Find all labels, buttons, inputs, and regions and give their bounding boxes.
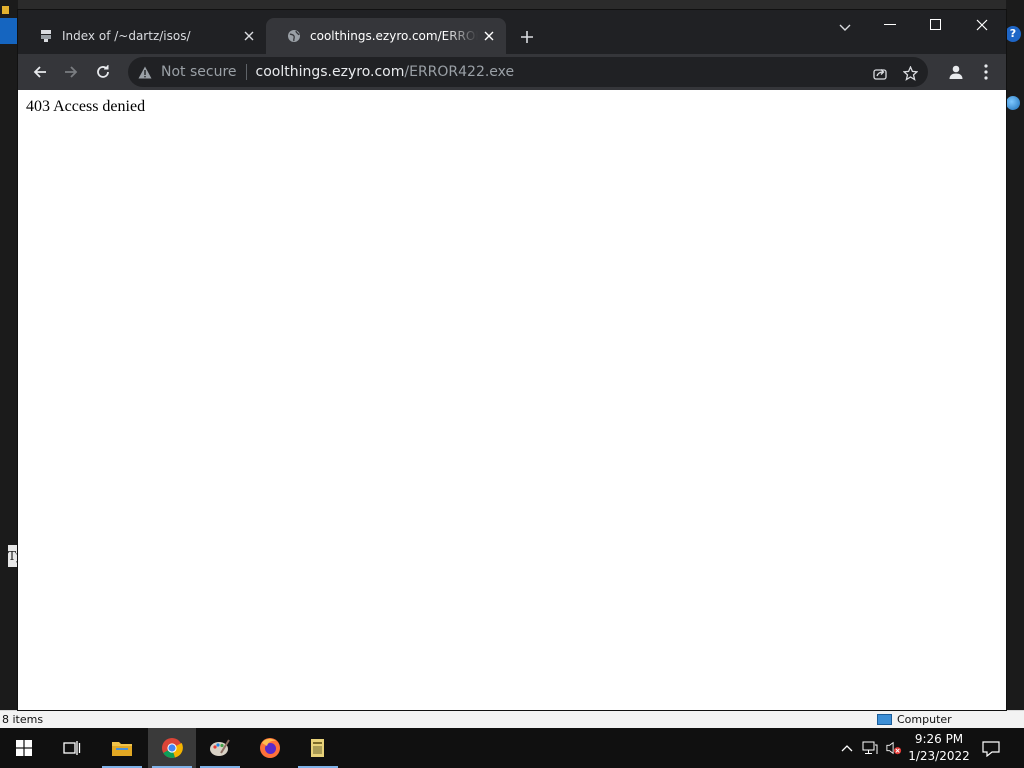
computer-icon xyxy=(877,714,892,725)
task-view-icon[interactable] xyxy=(48,728,96,768)
server-favicon-icon xyxy=(38,28,54,44)
globe-favicon-icon xyxy=(286,28,302,44)
new-tab-plus-icon[interactable] xyxy=(515,25,539,49)
url-host[interactable]: coolthings.ezyro.com xyxy=(256,64,405,80)
taskbar-clock[interactable]: 9:26 PM 1/23/2022 xyxy=(908,731,970,765)
back-arrow-icon[interactable] xyxy=(26,58,54,86)
items-count: 8 items xyxy=(2,713,44,726)
reload-icon[interactable] xyxy=(89,58,117,86)
notification-icon[interactable] xyxy=(980,738,1002,760)
window-close-icon[interactable] xyxy=(959,10,1005,40)
bookmark-star-icon[interactable] xyxy=(900,63,920,83)
kebab-menu-icon[interactable] xyxy=(972,58,1000,86)
browser-toolbar: Not secure coolthings.ezyro.com/ERROR422… xyxy=(18,54,1006,90)
start-windows-icon[interactable] xyxy=(0,728,48,768)
paint-palette-icon[interactable] xyxy=(196,728,244,768)
share-icon[interactable] xyxy=(870,63,890,83)
tab-strip: Index of /~dartz/isos/ coolthings.ezyro.… xyxy=(18,10,1006,54)
omnibox-divider xyxy=(245,64,247,80)
tab-title: coolthings.ezyro.com/ERROR422.exe xyxy=(310,29,478,43)
background-text-fragment: Ty xyxy=(8,545,18,567)
status-location-label: Computer xyxy=(897,713,952,726)
minimize-icon[interactable] xyxy=(867,10,913,40)
file-explorer-folder-icon[interactable] xyxy=(98,728,146,768)
url-path[interactable]: /ERROR422.exe xyxy=(404,64,514,80)
background-window-right-edge: ? xyxy=(1005,0,1024,710)
page-viewport: 403 Access denied xyxy=(18,90,1006,710)
tab-close-icon[interactable] xyxy=(478,25,500,47)
clock-time: 9:26 PM xyxy=(914,732,964,746)
folder-icon xyxy=(2,6,9,14)
taskbar: 9:26 PM 1/23/2022 xyxy=(0,728,1024,768)
page-body-text: 403 Access denied xyxy=(26,98,146,115)
volume-muted-icon[interactable] xyxy=(886,740,902,756)
profile-avatar-icon[interactable] xyxy=(942,58,970,86)
maximize-icon[interactable] xyxy=(913,10,959,40)
security-label[interactable]: Not secure xyxy=(161,64,237,80)
explorer-status-bar: 8 items Computer xyxy=(0,710,1024,729)
tab-index-of-isos[interactable]: Index of /~dartz/isos/ xyxy=(18,18,266,54)
browser-window: Index of /~dartz/isos/ coolthings.ezyro.… xyxy=(18,10,1006,710)
tab-title: Index of /~dartz/isos/ xyxy=(62,29,191,43)
forward-arrow-icon[interactable] xyxy=(57,58,85,86)
clock-date: 1/23/2022 xyxy=(908,749,970,763)
ribbon-edge xyxy=(0,18,18,44)
tab-error422[interactable]: coolthings.ezyro.com/ERROR422.exe xyxy=(266,18,506,54)
warning-triangle-icon[interactable] xyxy=(138,64,154,80)
network-icon[interactable] xyxy=(862,740,878,756)
status-location: Computer xyxy=(877,711,952,728)
installer-app-icon[interactable] xyxy=(294,728,342,768)
firefox-icon[interactable] xyxy=(246,728,294,768)
tab-search-chevron-down-icon[interactable] xyxy=(833,16,857,40)
help-icon[interactable]: ? xyxy=(1005,26,1021,42)
tray-chevron-up-icon[interactable] xyxy=(839,740,855,756)
address-bar[interactable]: Not secure coolthings.ezyro.com/ERROR422… xyxy=(128,57,928,87)
tab-close-icon[interactable] xyxy=(238,25,260,47)
background-window-left-edge: Ty xyxy=(0,0,18,710)
chrome-icon[interactable] xyxy=(148,728,196,768)
globe-icon xyxy=(1006,96,1020,110)
